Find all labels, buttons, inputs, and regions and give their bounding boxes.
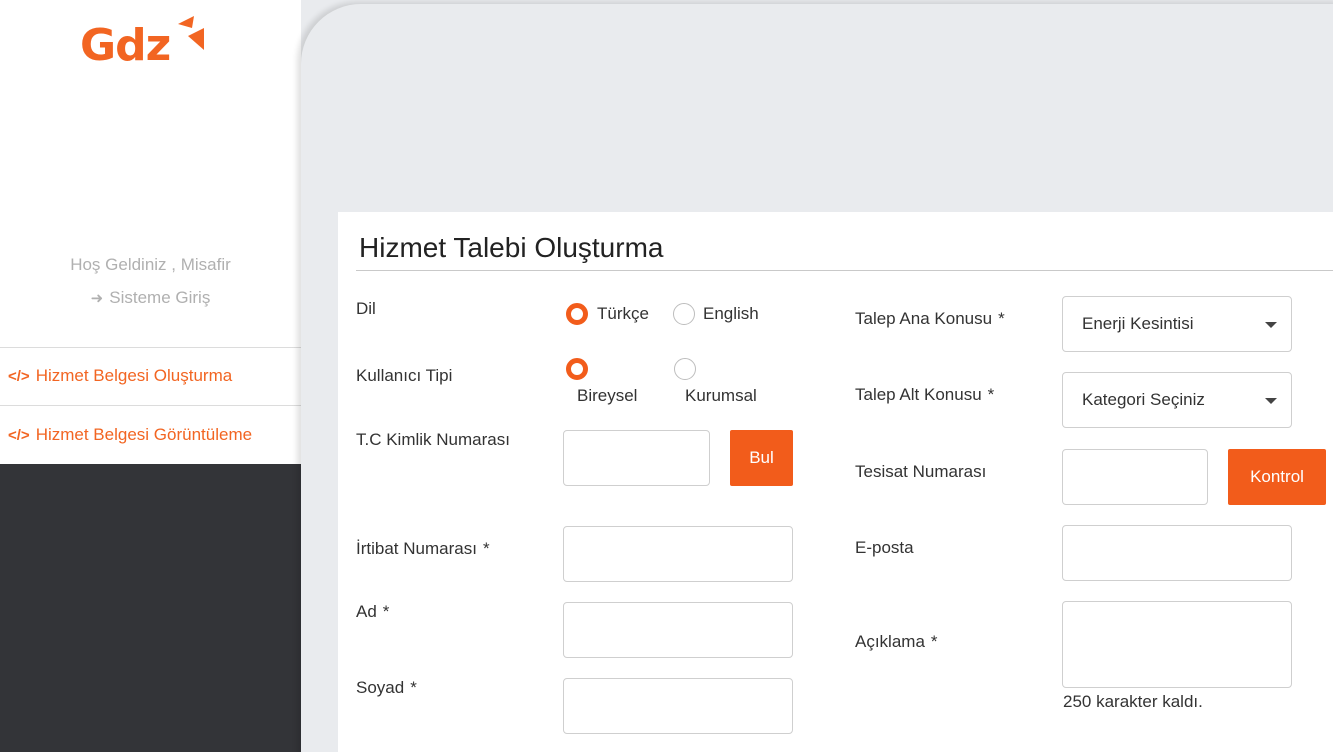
user-type-option-corporate: Kurumsal — [685, 386, 757, 405]
name-input[interactable] — [563, 602, 793, 658]
required-mark: * — [482, 539, 490, 558]
menu-divider — [0, 405, 301, 406]
page-title: Hizmet Talebi Oluşturma — [359, 232, 664, 263]
char-counter: 250 karakter kaldı. — [1063, 692, 1203, 711]
sidebar-item-label: Hizmet Belgesi Oluşturma — [35, 366, 233, 385]
required-mark: * — [410, 678, 417, 697]
user-type-label: Kullanıcı Tipi — [356, 366, 453, 385]
language-radio-english[interactable] — [673, 303, 695, 325]
sidebar-footer-area — [0, 464, 301, 752]
sidebar: Gdz Hoş Geldiniz , Misafir ➜ Sisteme Giri… — [0, 0, 301, 752]
welcome-text: Hoş Geldiniz , Misafir — [70, 255, 231, 274]
menu-divider — [0, 347, 301, 348]
required-mark: * — [930, 632, 938, 651]
check-button[interactable]: Kontrol — [1228, 449, 1326, 505]
logo-mark-icon — [178, 16, 204, 50]
sidebar-item-view-certificate[interactable]: </> Hizmet Belgesi Görüntüleme — [8, 425, 252, 445]
sub-topic-select[interactable]: Kategori Seçiniz — [1062, 372, 1292, 428]
description-label: Açıklama * — [855, 632, 938, 652]
main-topic-label: Talep Ana Konusu * — [855, 309, 1005, 329]
contact-number-label: İrtibat Numarası * — [356, 539, 490, 559]
surname-input[interactable] — [563, 678, 793, 734]
required-mark: * — [998, 309, 1005, 328]
sidebar-item-label: Hizmet Belgesi Görüntüleme — [35, 425, 253, 444]
language-radio-turkish[interactable] — [566, 303, 588, 325]
find-button[interactable]: Bul — [730, 430, 793, 486]
installation-number-label: Tesisat Numarası — [855, 462, 987, 481]
required-mark: * — [382, 602, 390, 621]
installation-number-input[interactable] — [1062, 449, 1208, 505]
sub-topic-label-text: Talep Alt Konusu — [855, 385, 982, 404]
surname-label-text: Soyad — [356, 678, 405, 697]
email-input[interactable] — [1062, 525, 1292, 581]
language-option-turkish: Türkçe — [597, 304, 649, 323]
contact-number-input[interactable] — [563, 526, 793, 582]
language-option-english: English — [703, 304, 759, 323]
login-label: Sisteme Giriş — [109, 288, 211, 307]
description-textarea[interactable] — [1062, 601, 1292, 688]
name-label: Ad * — [356, 602, 389, 622]
login-link[interactable]: ➜ Sisteme Giriş — [0, 288, 301, 308]
code-icon: </> — [8, 427, 30, 444]
sidebar-item-create-certificate[interactable]: </> Hizmet Belgesi Oluşturma — [8, 366, 232, 386]
sign-in-icon: ➜ — [90, 290, 104, 307]
tc-id-input[interactable] — [563, 430, 710, 486]
caret-down-icon — [1265, 398, 1277, 404]
user-type-option-individual: Bireysel — [577, 386, 638, 405]
caret-down-icon — [1265, 322, 1277, 328]
title-divider — [356, 270, 1333, 271]
main-topic-label-text: Talep Ana Konusu — [855, 309, 993, 328]
logo-text: Gdz — [80, 20, 171, 71]
main-topic-value: Enerji Kesintisi — [1082, 314, 1194, 333]
code-icon: </> — [8, 368, 30, 385]
main-topic-select[interactable]: Enerji Kesintisi — [1062, 296, 1292, 352]
contact-number-label-text: İrtibat Numarası — [356, 539, 477, 558]
name-label-text: Ad — [356, 602, 377, 621]
language-label: Dil — [356, 299, 376, 318]
email-label: E-posta — [855, 538, 914, 557]
user-type-radio-corporate[interactable] — [674, 358, 696, 380]
surname-label: Soyad * — [356, 678, 417, 698]
sub-topic-value: Kategori Seçiniz — [1082, 390, 1205, 409]
gdz-logo[interactable]: Gdz — [80, 14, 210, 74]
sub-topic-label: Talep Alt Konusu * — [855, 385, 994, 405]
tc-id-label: T.C Kimlik Numarası — [356, 430, 510, 449]
user-type-radio-individual[interactable] — [566, 358, 588, 380]
required-mark: * — [987, 385, 995, 404]
description-label-text: Açıklama — [855, 632, 925, 651]
